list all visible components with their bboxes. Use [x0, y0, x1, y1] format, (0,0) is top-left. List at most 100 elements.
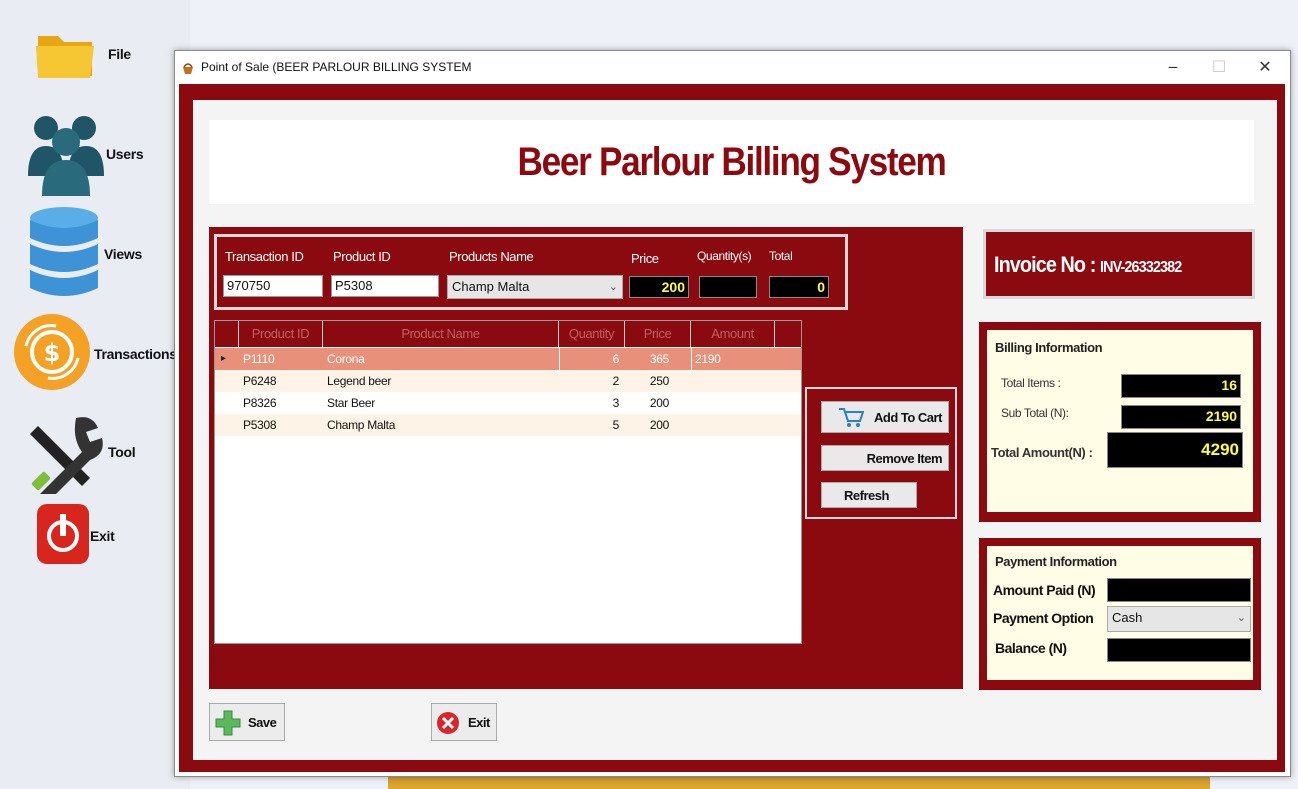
- power-icon: [37, 504, 89, 564]
- database-icon: [30, 207, 98, 296]
- cell-product-id: P5308: [243, 418, 277, 432]
- users-icon: [28, 116, 104, 196]
- close-button[interactable]: ✕: [1245, 55, 1285, 79]
- product-name-label: Products Name: [449, 249, 534, 264]
- product-id-field[interactable]: P5308: [331, 275, 439, 297]
- payment-information-content: Payment Information Amount Paid (N) Paym…: [987, 546, 1253, 680]
- cell-product-name: Corona: [327, 352, 365, 366]
- menu-item-tool[interactable]: Tool: [28, 410, 178, 494]
- column-header-price[interactable]: Price: [625, 321, 691, 347]
- payment-option-label: Payment Option: [993, 610, 1094, 626]
- entry-form: Transaction ID 970750 Product ID P5308 P…: [214, 234, 848, 310]
- transaction-id-label: Transaction ID: [225, 249, 304, 264]
- balance-field[interactable]: [1107, 638, 1251, 662]
- row-marker-icon: ▸: [221, 353, 226, 364]
- add-to-cart-button[interactable]: Add To Cart: [821, 401, 949, 433]
- remove-item-label: Remove Item: [866, 451, 943, 466]
- cell-quantity: 3: [612, 396, 620, 410]
- folder-icon: [36, 36, 94, 78]
- table-row[interactable]: P5308 Champ Malta 5 200: [215, 414, 801, 436]
- price-label: Price: [631, 251, 659, 266]
- cell-price: 200: [649, 418, 669, 432]
- title-bar[interactable]: Point of Sale (BEER PARLOUR BILLING SYST…: [175, 51, 1290, 83]
- invoice-line: Invoice No : INV-26332382: [994, 252, 1182, 278]
- cart-actions-panel: Add To Cart Remove Item Refresh: [805, 387, 957, 519]
- page-title: Beer Parlour Billing System: [517, 140, 947, 184]
- menu-label-users: Users: [106, 146, 144, 162]
- tools-icon: [30, 417, 103, 494]
- cell-divider: [691, 348, 692, 370]
- cell-quantity: 5: [612, 418, 620, 432]
- quantity-label: Quantity(s): [697, 249, 752, 263]
- product-name-select[interactable]: Champ Malta ⌄: [447, 275, 623, 299]
- cell-quantity: 6: [612, 352, 620, 366]
- payment-information-panel: Payment Information Amount Paid (N) Paym…: [979, 538, 1261, 690]
- column-header-row-marker: [215, 321, 239, 347]
- remove-item-button[interactable]: Remove Item: [821, 445, 949, 471]
- cell-amount: 2190: [695, 352, 721, 366]
- maximize-button[interactable]: ☐: [1199, 55, 1239, 79]
- table-row[interactable]: P6248 Legend beer 2 250: [215, 370, 801, 392]
- invoice-header: Invoice No : INV-26332382: [983, 229, 1255, 299]
- cell-price: 200: [649, 396, 669, 410]
- app-icon: [183, 63, 193, 74]
- window-title: Point of Sale (BEER PARLOUR BILLING SYST…: [201, 60, 472, 74]
- cart-table[interactable]: Product ID Product Name Quantity Price A…: [214, 320, 802, 644]
- column-header-product-name[interactable]: Product Name: [323, 321, 559, 347]
- billing-section-title: Billing Information: [995, 340, 1103, 355]
- menu-item-transactions[interactable]: $ Transactions: [12, 306, 184, 402]
- amount-paid-label: Amount Paid (N): [993, 582, 1096, 598]
- total-amount-label: Total Amount(N) :: [991, 445, 1093, 460]
- minimize-button[interactable]: ‒: [1153, 55, 1193, 79]
- payment-section-title: Payment Information: [995, 554, 1117, 569]
- payment-option-select[interactable]: Cash ⌄: [1107, 606, 1251, 632]
- save-button[interactable]: Save: [209, 703, 285, 741]
- menu-label-transactions: Transactions: [94, 346, 177, 362]
- sub-total-label: Sub Total (N):: [1001, 406, 1069, 420]
- amount-paid-field[interactable]: [1107, 578, 1251, 602]
- add-to-cart-label: Add To Cart: [874, 410, 942, 425]
- refresh-button[interactable]: Refresh: [821, 482, 917, 508]
- total-amount-field: 4290: [1107, 432, 1243, 468]
- exit-button[interactable]: Exit: [431, 703, 497, 741]
- product-id-label: Product ID: [333, 249, 391, 264]
- cell-product-id: P6248: [243, 374, 277, 388]
- cell-price: 365: [649, 352, 669, 366]
- quantity-field[interactable]: [699, 276, 757, 298]
- invoice-number: INV-26332382: [1100, 259, 1182, 276]
- exit-label: Exit: [468, 715, 490, 730]
- cell-product-name: Star Beer: [327, 396, 375, 410]
- column-header-amount[interactable]: Amount: [691, 321, 775, 347]
- billing-information-panel: Billing Information Total Items : 16 Sub…: [979, 322, 1261, 522]
- cell-product-name: Champ Malta: [327, 418, 396, 432]
- billing-information-content: Billing Information Total Items : 16 Sub…: [987, 330, 1253, 512]
- column-header-product-id[interactable]: Product ID: [239, 321, 323, 347]
- cell-product-id: P8326: [243, 396, 277, 410]
- total-field[interactable]: 0: [769, 276, 829, 298]
- table-row[interactable]: ▸ P1110 Corona 6 365 2190: [215, 348, 801, 370]
- plus-icon: [215, 710, 241, 736]
- column-header-quantity[interactable]: Quantity: [559, 321, 625, 347]
- window-client: Beer Parlour Billing System Transaction …: [179, 84, 1285, 772]
- menu-label-tool: Tool: [108, 444, 136, 460]
- table-row[interactable]: P8326 Star Beer 3 200: [215, 392, 801, 414]
- menu-item-file[interactable]: File: [34, 26, 174, 82]
- price-field[interactable]: 200: [629, 276, 689, 298]
- chevron-down-icon: ⌄: [608, 281, 618, 293]
- cell-quantity: 2: [612, 374, 620, 388]
- menu-label-exit: Exit: [90, 528, 115, 544]
- main-menu: File Users Views $ Transactions Tool Exi…: [0, 0, 190, 789]
- menu-label-file: File: [108, 46, 131, 62]
- cart-panel: Transaction ID 970750 Product ID P5308 P…: [209, 227, 963, 689]
- total-label: Total: [769, 249, 793, 263]
- total-items-field: 16: [1121, 374, 1241, 398]
- cell-divider: [559, 348, 560, 370]
- cell-price: 250: [649, 374, 669, 388]
- menu-item-users[interactable]: Users: [26, 106, 176, 198]
- transaction-id-field[interactable]: 970750: [223, 275, 323, 297]
- menu-item-exit[interactable]: Exit: [36, 500, 176, 568]
- menu-item-views[interactable]: Views: [28, 206, 178, 300]
- cell-product-id: P1110: [243, 352, 275, 366]
- svg-text:$: $: [44, 339, 61, 367]
- title-banner: Beer Parlour Billing System: [209, 120, 1254, 204]
